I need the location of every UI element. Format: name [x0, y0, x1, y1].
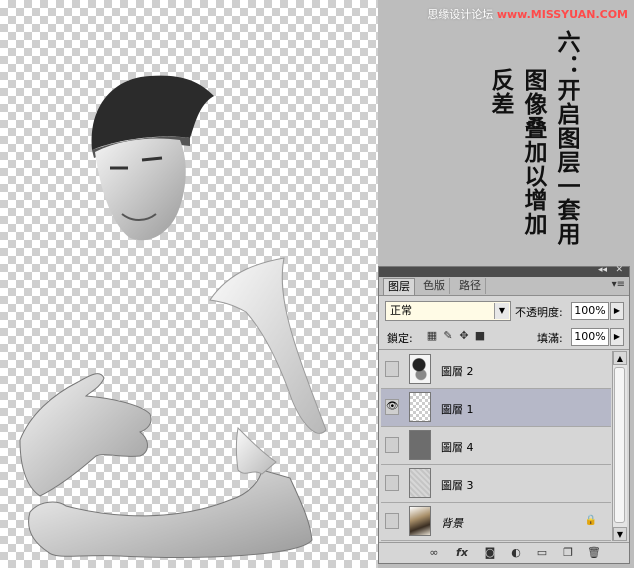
new-layer-icon[interactable]: ❐ — [561, 546, 575, 559]
blend-row: 正常 ▼ 不透明度: 100% ▶ — [383, 301, 625, 323]
fx-icon[interactable]: fx — [455, 546, 469, 559]
layer-row-3[interactable]: 圖層 3 — [381, 465, 611, 503]
layer-row-4[interactable]: 圖層 4 — [381, 427, 611, 465]
fill-input[interactable]: 100% — [571, 328, 609, 346]
tab-paths[interactable]: 路径 — [455, 278, 486, 294]
layer-row-1[interactable]: 👁 圖層 1 — [381, 389, 611, 427]
folder-icon[interactable]: ▭ — [535, 546, 549, 559]
layer-name: 背景 — [441, 517, 463, 530]
panel-footer: ∞ fx ◙ ◐ ▭ ❐ 🗑 — [379, 542, 629, 563]
visibility-toggle[interactable] — [385, 361, 399, 377]
layer-row-2[interactable]: 圖層 2 — [381, 351, 611, 389]
document-canvas[interactable] — [0, 0, 378, 568]
mask-icon[interactable]: ◙ — [483, 546, 497, 559]
close-icon[interactable]: ✕ — [615, 265, 623, 275]
watermark: 思缘设计论坛 www.MISSYUAN.COM — [427, 6, 628, 22]
scroll-down-icon[interactable]: ▼ — [613, 527, 627, 541]
chevron-down-icon[interactable]: ▼ — [494, 303, 509, 319]
layers-panel: ◂◂ ✕ 图层 色版 路径 ▾≡ 正常 ▼ 不透明度: 100% ▶ 鎖定: ▦… — [378, 265, 630, 564]
tab-channels[interactable]: 色版 — [419, 278, 450, 294]
layer-name: 圖層 4 — [441, 441, 474, 454]
layers-list: 圖層 2 👁 圖層 1 圖層 4 圖層 3 背景 🔒 — [381, 351, 611, 541]
layer-name: 圖層 3 — [441, 479, 474, 492]
opacity-slider-icon[interactable]: ▶ — [610, 302, 624, 320]
tab-layers[interactable]: 图层 — [383, 278, 415, 295]
watermark-cn: 思缘设计论坛 — [427, 8, 494, 21]
heading-column-1: 六：开启图层一套用 — [553, 30, 579, 246]
visibility-toggle[interactable] — [385, 513, 399, 529]
blend-mode-value: 正常 — [390, 304, 412, 317]
cutout-figure — [19, 75, 327, 558]
layer-name: 圖層 1 — [441, 403, 474, 416]
blend-mode-select[interactable]: 正常 ▼ — [385, 301, 511, 321]
lock-paint-icon[interactable]: ✎ — [441, 329, 455, 343]
divider — [379, 349, 629, 350]
trash-icon[interactable]: 🗑 — [587, 546, 601, 559]
panel-tabs: 图层 色版 路径 ▾≡ — [379, 277, 629, 296]
adjustment-icon[interactable]: ◐ — [509, 546, 523, 559]
scroll-thumb[interactable] — [614, 367, 625, 523]
scroll-up-icon[interactable]: ▲ — [613, 351, 627, 365]
layer-thumbnail — [409, 392, 431, 422]
lock-label: 鎖定: — [387, 332, 413, 345]
layer-thumbnail — [409, 468, 431, 498]
opacity-input[interactable]: 100% — [571, 302, 609, 320]
layer-row-background[interactable]: 背景 🔒 — [381, 503, 611, 541]
link-icon[interactable]: ∞ — [427, 546, 441, 559]
layer-thumbnail — [409, 354, 431, 384]
heading-column-3: 反差 — [487, 68, 513, 116]
fill-label: 填滿: — [537, 332, 563, 345]
opacity-label: 不透明度: — [515, 306, 563, 319]
eye-icon[interactable]: 👁 — [385, 399, 399, 415]
layer-thumbnail — [409, 430, 431, 460]
fill-slider-icon[interactable]: ▶ — [610, 328, 624, 346]
layer-name: 圖層 2 — [441, 365, 474, 378]
layer-thumbnail — [409, 506, 431, 536]
watermark-site: www.MISSYUAN.COM — [496, 8, 628, 21]
lock-transparency-icon[interactable]: ▦ — [425, 329, 439, 343]
heading-column-2: 图像叠加以增加 — [520, 68, 546, 236]
layers-scrollbar[interactable]: ▲ ▼ — [612, 351, 627, 541]
visibility-toggle[interactable] — [385, 437, 399, 453]
lock-all-icon[interactable]: ■ — [473, 329, 487, 343]
panel-titlebar: ◂◂ ✕ — [379, 265, 629, 277]
collapse-icon[interactable]: ◂◂ — [598, 265, 607, 275]
lock-icon: 🔒 — [584, 515, 597, 526]
lock-move-icon[interactable]: ✥ — [457, 329, 471, 343]
panel-menu-icon[interactable]: ▾≡ — [612, 279, 625, 290]
visibility-toggle[interactable] — [385, 475, 399, 491]
lock-row: 鎖定: ▦ ✎ ✥ ■ 填滿: 100% ▶ — [383, 327, 625, 349]
